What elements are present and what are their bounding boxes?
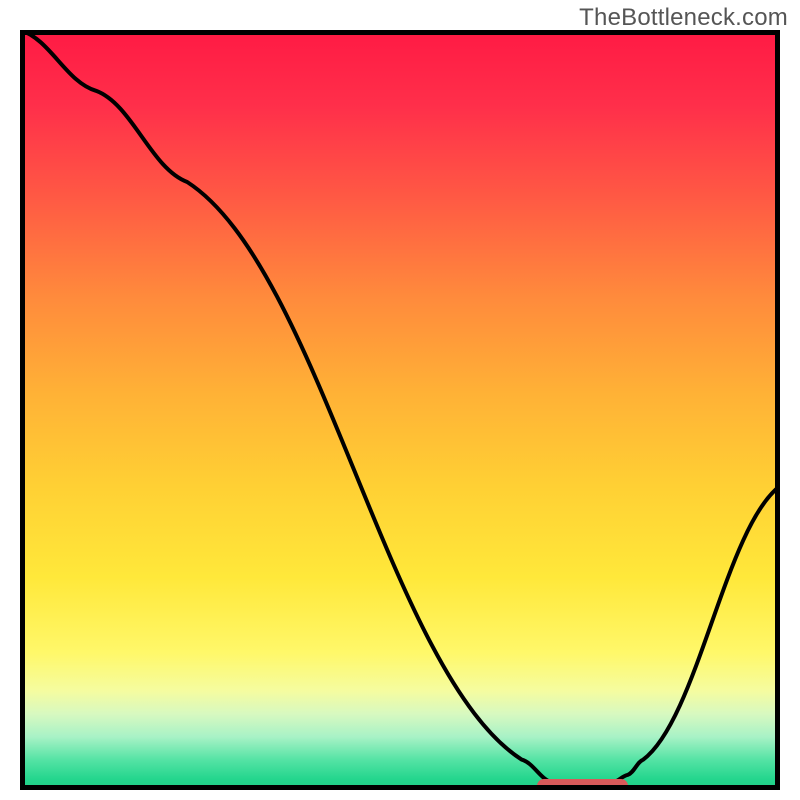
watermark-text: TheBottleneck.com [579, 4, 788, 32]
plot-area [20, 30, 780, 790]
chart-container: TheBottleneck.com [0, 0, 800, 800]
bottleneck-curve [20, 30, 780, 790]
optimum-marker [537, 779, 628, 790]
